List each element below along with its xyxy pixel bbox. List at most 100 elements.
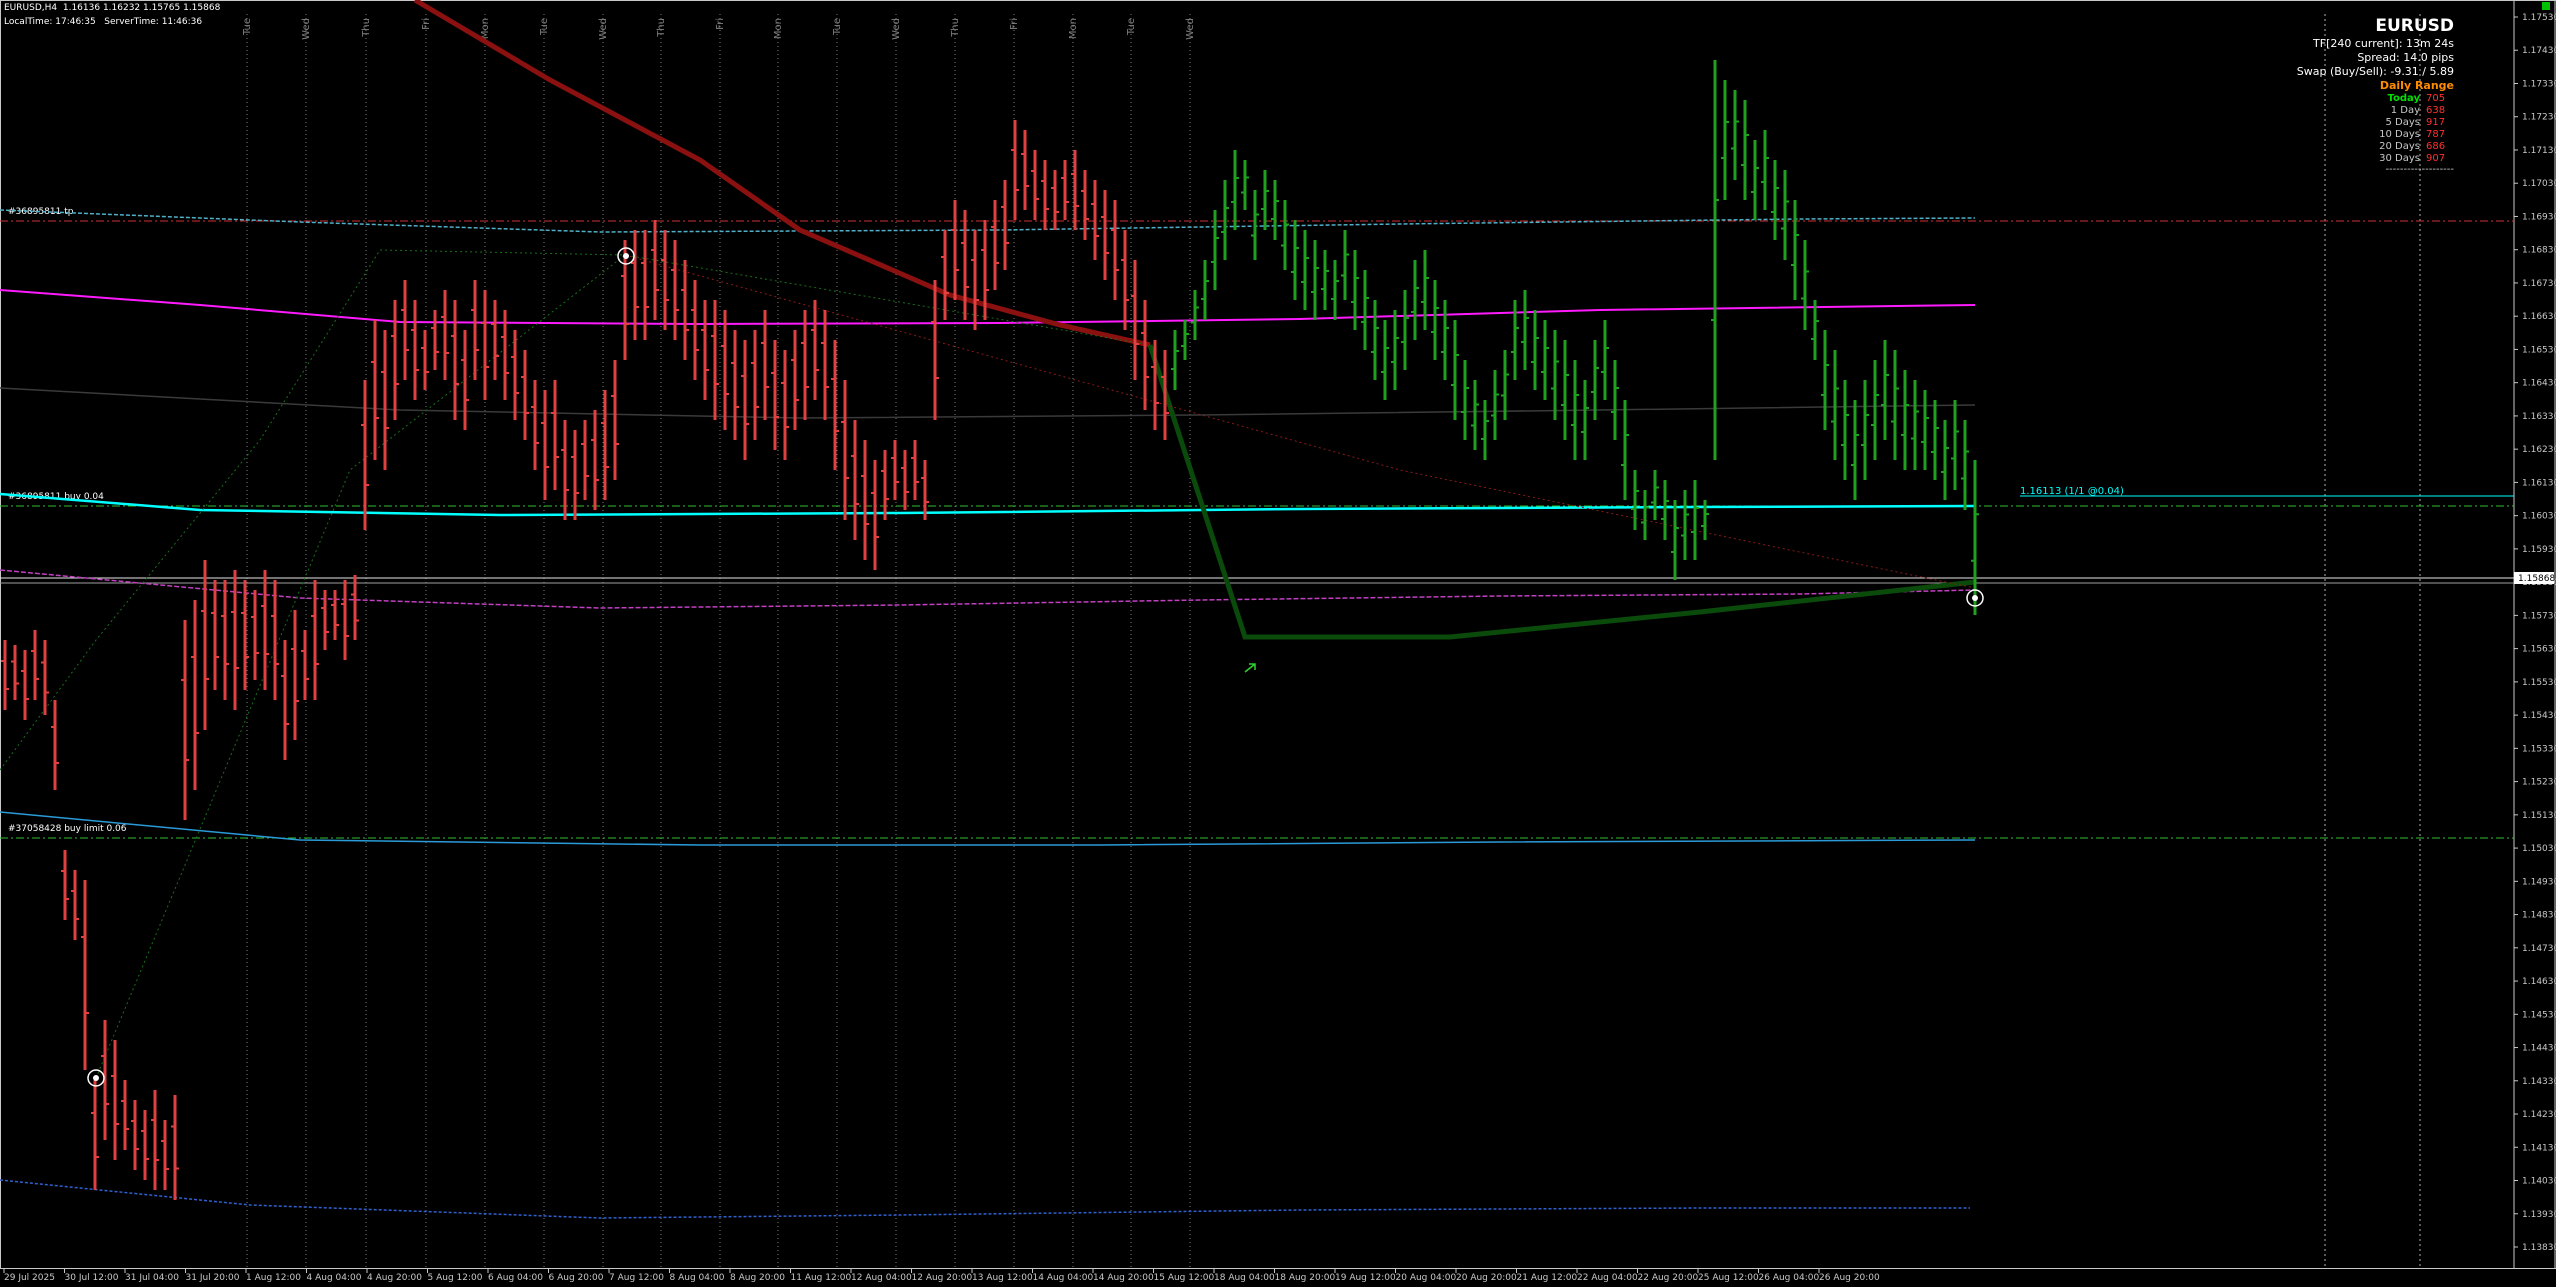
day-label: Thu <box>361 18 372 38</box>
trade-marker-icon-dot <box>623 253 629 259</box>
price-tick-label: 1.15230 <box>2522 778 2556 788</box>
time-tick-label: 30 Jul 12:00 <box>65 1273 119 1283</box>
day-label: Fri <box>1009 18 1020 30</box>
price-tick-label: 1.16430 <box>2522 379 2556 389</box>
time-tick-label: 8 Aug 20:00 <box>730 1273 785 1283</box>
price-tick-label: 1.14630 <box>2522 977 2556 987</box>
price-tick-label: 1.14930 <box>2522 877 2556 887</box>
day-label: Thu <box>950 18 961 38</box>
time-tick-label: 22 Aug 20:00 <box>1638 1273 1699 1283</box>
day-label: Thu <box>656 18 667 38</box>
connection-status-icon <box>2542 2 2550 10</box>
time-tick-label: 29 Jul 2025 <box>4 1273 55 1283</box>
time-tick-label: 18 Aug 04:00 <box>1214 1273 1275 1283</box>
time-tick-label: 6 Aug 20:00 <box>549 1273 604 1283</box>
price-tick-label: 1.15030 <box>2522 844 2556 854</box>
chart-time-readout: LocalTime: 17:46:35 ServerTime: 11:46:36 <box>4 17 202 27</box>
ohlc-readout: 1.16136 1.16232 1.15765 1.15868 <box>62 3 221 13</box>
price-tick-label: 1.15930 <box>2522 545 2556 555</box>
price-tick-label: 1.14530 <box>2522 1010 2556 1020</box>
info-panel: EURUSD TF[240 current]: 13m 24s Spread: … <box>2274 15 2454 175</box>
price-tick-label: 1.16630 <box>2522 312 2556 322</box>
time-tick-label: 14 Aug 20:00 <box>1093 1273 1154 1283</box>
day-label: Wed <box>891 18 902 40</box>
price-tick-label: 1.15330 <box>2522 744 2556 754</box>
price-tick-label: 1.17130 <box>2522 146 2556 156</box>
price-tick-label: 1.15530 <box>2522 678 2556 688</box>
time-tick-label: 31 Jul 20:00 <box>186 1273 240 1283</box>
trade-marker-icon-dot <box>93 1075 99 1081</box>
price-tick-label: 1.14830 <box>2522 911 2556 921</box>
time-tick-label: 26 Aug 04:00 <box>1759 1273 1820 1283</box>
range-row: Today 705 <box>2387 93 2446 104</box>
range-row: 20 Days 686 <box>2379 141 2446 152</box>
price-tick-label: 1.14230 <box>2522 1110 2556 1120</box>
time-tick-label: 20 Aug 04:00 <box>1396 1273 1457 1283</box>
time-tick-label: 19 Aug 12:00 <box>1335 1273 1396 1283</box>
panel-swap: Swap (Buy/Sell): -9.31 / 5.89 <box>2296 65 2454 78</box>
time-tick-label: 14 Aug 04:00 <box>1033 1273 1094 1283</box>
time-tick-label: 4 Aug 20:00 <box>367 1273 422 1283</box>
price-tick-label: 1.13830 <box>2522 1243 2556 1253</box>
range-row: 10 Days 787 <box>2379 129 2446 140</box>
price-tick-label: 1.17330 <box>2522 79 2556 89</box>
chart-window[interactable]: Tue Wed Thu Fri Mon Tue Wed Thu Fri Mon Tue Wed Thu F… <box>0 0 2556 1283</box>
day-label: Fri <box>421 18 432 30</box>
time-tick-label: 12 Aug 04:00 <box>851 1273 912 1283</box>
price-tick-label: 1.17230 <box>2522 113 2556 123</box>
price-tick-label: 1.14130 <box>2522 1143 2556 1153</box>
order-level-label: #37058428 buy limit 0.06 <box>8 824 127 834</box>
day-label: Mon <box>480 18 491 39</box>
time-tick-label: 7 Aug 12:00 <box>609 1273 664 1283</box>
panel-symbol: EURUSD <box>2375 16 2454 36</box>
range-row: 1 Day 638 <box>2390 105 2446 116</box>
price-tick-label: 1.14730 <box>2522 944 2556 954</box>
time-tick-label: 22 Aug 04:00 <box>1577 1273 1638 1283</box>
price-tick-label: 1.16330 <box>2522 412 2556 422</box>
range-row: 5 Days 917 <box>2385 117 2446 128</box>
day-label: Tue <box>832 18 843 36</box>
time-tick-label: 8 Aug 04:00 <box>670 1273 725 1283</box>
day-label: Tue <box>242 18 253 36</box>
time-tick-label: 20 Aug 20:00 <box>1456 1273 1517 1283</box>
time-tick-label: 12 Aug 20:00 <box>912 1273 973 1283</box>
symbol-timeframe: EURUSD,H4 <box>4 3 58 13</box>
price-tick-label: 1.15430 <box>2522 711 2556 721</box>
local-time: LocalTime: 17:46:35 <box>4 17 96 27</box>
price-tick-label: 1.16530 <box>2522 345 2556 355</box>
price-tick-label: 1.16130 <box>2522 478 2556 488</box>
price-tick-label: 1.15730 <box>2522 611 2556 621</box>
price-tick-label: 1.16730 <box>2522 279 2556 289</box>
price-chart[interactable]: Tue Wed Thu Fri Mon Tue Wed Thu Fri Mon Tue Wed Thu F… <box>0 0 2556 1283</box>
price-tick-label: 1.14030 <box>2522 1177 2556 1187</box>
panel-spread: Spread: 14.0 pips <box>2357 51 2454 64</box>
trade-marker-icon-dot <box>1972 595 1978 601</box>
time-tick-label: 13 Aug 12:00 <box>972 1273 1033 1283</box>
time-tick-label: 11 Aug 12:00 <box>791 1273 852 1283</box>
time-tick-label: 18 Aug 20:00 <box>1275 1273 1336 1283</box>
day-label: Mon <box>773 18 784 39</box>
price-tick-label: 1.15630 <box>2522 645 2556 655</box>
price-tick-label: 1.15130 <box>2522 811 2556 821</box>
price-tick-label: 1.14330 <box>2522 1077 2556 1087</box>
price-tick-label: 1.14430 <box>2522 1044 2556 1054</box>
time-tick-label: 6 Aug 04:00 <box>488 1273 543 1283</box>
panel-separator: ------------------- <box>2385 164 2454 175</box>
time-tick-label: 5 Aug 12:00 <box>428 1273 483 1283</box>
price-tick-label: 1.17430 <box>2522 46 2556 56</box>
time-tick-label: 26 Aug 20:00 <box>1819 1273 1880 1283</box>
time-tick-label: 15 Aug 12:00 <box>1154 1273 1215 1283</box>
price-tick-label: 1.16830 <box>2522 246 2556 256</box>
price-tick-label: 1.16030 <box>2522 512 2556 522</box>
time-tick-label: 1 Aug 12:00 <box>246 1273 301 1283</box>
day-label: Tue <box>539 18 550 36</box>
day-label: Wed <box>301 18 312 40</box>
time-tick-label: 4 Aug 04:00 <box>307 1273 362 1283</box>
time-tick-label: 25 Aug 12:00 <box>1698 1273 1759 1283</box>
daily-range-title: Daily Range <box>2379 79 2454 92</box>
time-tick-label: 21 Aug 12:00 <box>1517 1273 1578 1283</box>
day-label: Mon <box>1068 18 1079 39</box>
day-label: Fri <box>715 18 726 30</box>
price-tick-label: 1.16930 <box>2522 212 2556 222</box>
day-label: Tue <box>1126 18 1137 36</box>
